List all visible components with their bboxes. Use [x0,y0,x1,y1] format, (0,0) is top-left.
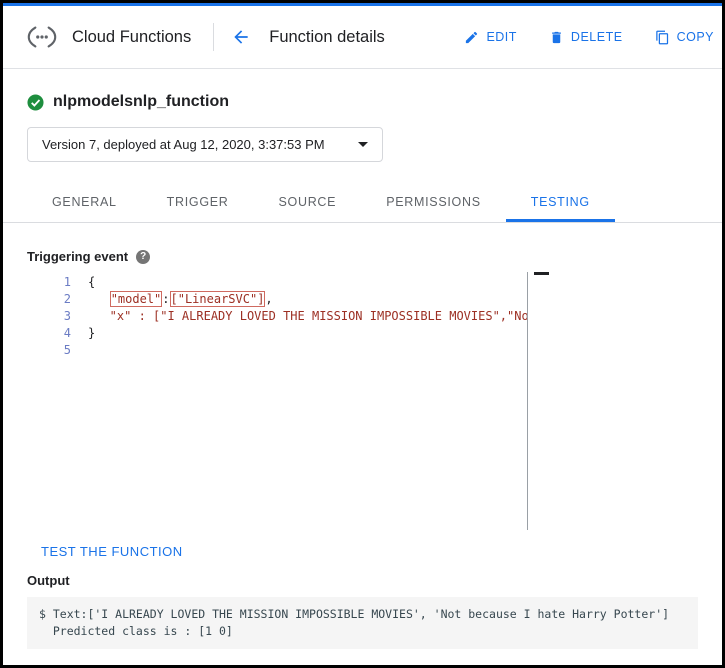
function-name: nlpmodelsnlp_function [53,93,229,110]
edit-button[interactable]: EDIT [464,30,516,45]
output-console: $ Text:['I ALREADY LOVED THE MISSION IMP… [27,597,698,649]
editor-lines: 1 { 2 "model":["LinearSVC"], 3 "x" : ["I… [27,274,527,359]
header-divider [213,23,215,51]
tab-general[interactable]: GENERAL [27,182,142,222]
tab-trigger[interactable]: TRIGGER [142,182,254,222]
page: Cloud Functions Function details EDIT DE… [0,0,725,668]
app-header: Cloud Functions Function details EDIT DE… [3,6,722,69]
main-content: nlpmodelsnlp_function Version 7, deploye… [3,93,722,649]
pencil-icon [464,30,479,45]
tab-source[interactable]: SOURCE [254,182,362,222]
triggering-event-editor[interactable]: 1 { 2 "model":["LinearSVC"], 3 "x" : ["I… [27,271,698,534]
code-line: 5 [27,342,527,359]
copy-icon [655,30,670,45]
copy-button[interactable]: COPY [655,30,714,45]
triggering-event-row: Triggering event ? [27,249,698,264]
line-number: 4 [63,326,71,340]
output-line: Predicted class is : [1 0] [39,624,233,638]
code-line: 1 { [27,274,527,291]
product-name: Cloud Functions [72,27,192,46]
code-text: { [88,275,96,289]
tab-permissions[interactable]: PERMISSIONS [361,182,506,222]
code-text: } [88,326,96,340]
code-line: 4 } [27,325,527,342]
code-line: 2 "model":["LinearSVC"], [27,291,527,308]
line-number: 5 [63,343,71,357]
tab-testing[interactable]: TESTING [505,182,615,222]
code-line: 3 "x" : ["I ALREADY LOVED THE MISSION IM… [27,308,527,325]
chevron-down-icon [358,142,368,147]
highlighted-token: ["LinearSVC"] [169,291,266,307]
output-line: $ Text:['I ALREADY LOVED THE MISSION IMP… [39,607,670,621]
delete-button[interactable]: DELETE [549,30,623,45]
version-selector[interactable]: Version 7, deployed at Aug 12, 2020, 3:3… [27,127,383,162]
line-number: 1 [63,275,71,289]
edit-button-label: EDIT [486,30,517,44]
editor-right-divider [527,272,528,530]
line-number: 2 [63,292,71,306]
function-title-row: nlpmodelsnlp_function [27,93,698,111]
copy-button-label: COPY [676,30,714,44]
back-arrow-icon [231,27,251,47]
trash-icon [549,30,564,45]
output-label: Output [27,573,70,588]
code-text: "model":["LinearSVC"], [109,291,273,307]
triggering-event-label: Triggering event [27,249,129,264]
cloud-functions-logo-icon [25,24,59,50]
line-number: 3 [63,309,71,323]
green-check-icon [27,93,44,111]
page-title: Function details [269,27,385,46]
back-button[interactable] [228,24,254,50]
version-selector-value: Version 7, deployed at Aug 12, 2020, 3:3… [42,137,325,152]
code-text: "x" : ["I ALREADY LOVED THE MISSION IMPO… [88,309,527,323]
editor-scrollbar-thumb[interactable] [534,272,549,275]
test-the-function-button[interactable]: TEST THE FUNCTION [41,544,183,559]
delete-button-label: DELETE [570,30,623,44]
tab-bar: GENERAL TRIGGER SOURCE PERMISSIONS TESTI… [3,182,722,223]
highlighted-token: "model" [109,291,163,307]
header-actions: EDIT DELETE COPY [464,30,714,45]
help-question-icon[interactable]: ? [136,249,151,264]
